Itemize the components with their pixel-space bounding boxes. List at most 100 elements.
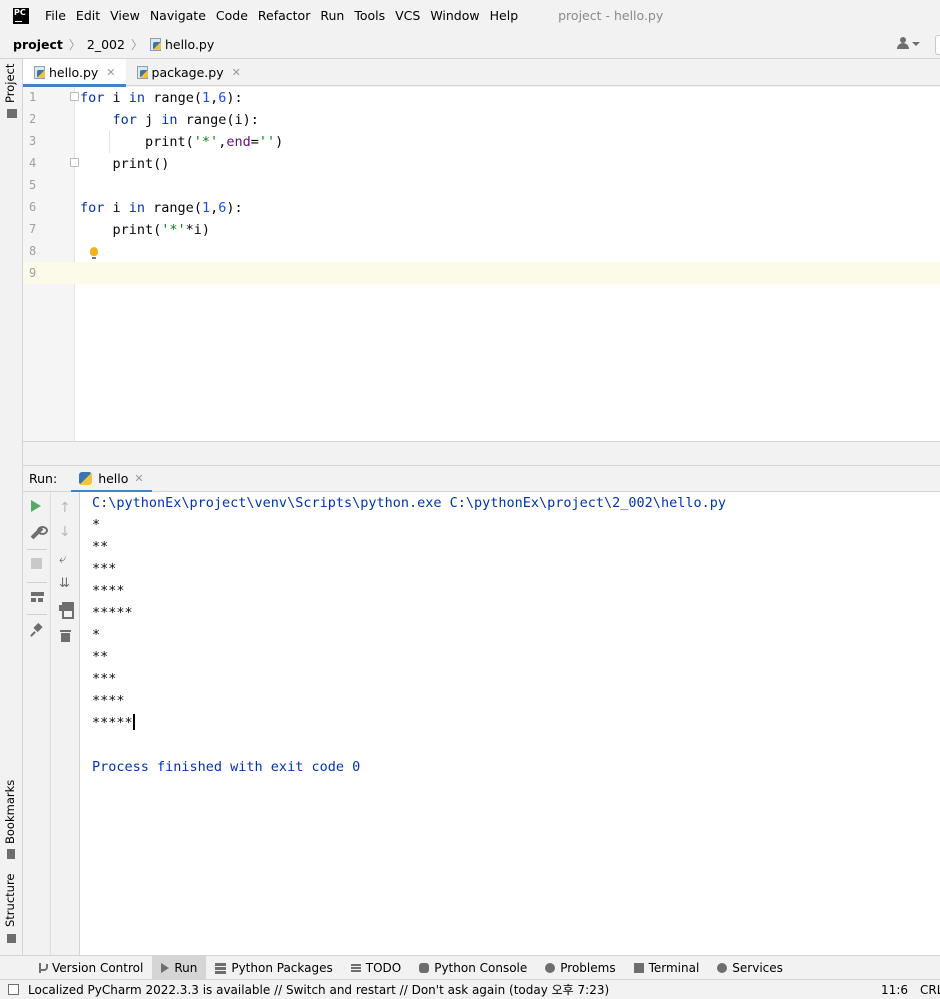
tab-label: package.py: [151, 65, 224, 80]
print-icon[interactable]: [59, 602, 74, 619]
code-token: j: [136, 112, 162, 128]
python-file-icon: [136, 66, 149, 79]
line-number: 6: [29, 200, 37, 214]
soft-wrap-icon[interactable]: ⤶: [59, 552, 73, 567]
trash-icon[interactable]: [60, 630, 71, 642]
menu-vcs[interactable]: VCS: [395, 8, 420, 23]
tool-windows-toggle-icon[interactable]: [8, 984, 19, 995]
console-output-line: *: [92, 514, 100, 536]
code-line: for j in range(i):: [80, 109, 259, 131]
panel-splitter[interactable]: [23, 441, 940, 465]
arrow-up-icon[interactable]: ↑: [59, 500, 73, 516]
tool-tab-services[interactable]: Services: [708, 956, 792, 980]
tool-tab-version-control[interactable]: Version Control: [28, 956, 152, 980]
fold-marker-icon[interactable]: [70, 92, 79, 101]
menu-tools[interactable]: Tools: [354, 8, 385, 23]
layout-icon[interactable]: [31, 592, 44, 602]
code-token: '': [258, 134, 276, 150]
console-output-line: ****: [92, 580, 125, 602]
scroll-to-end-icon[interactable]: ⇊: [59, 576, 73, 591]
line-number: 9: [29, 266, 37, 280]
structure-tool-tab[interactable]: Structure: [3, 874, 17, 928]
structure-icon: [7, 934, 16, 943]
code-token: ):: [226, 90, 243, 106]
tool-tab-python-packages[interactable]: Python Packages: [206, 956, 341, 980]
tab-hello-py[interactable]: hello.py ✕: [23, 59, 126, 87]
console-exit-message: Process finished with exit code 0: [92, 759, 361, 775]
chevron-down-icon: [912, 42, 920, 46]
rerun-icon[interactable]: [31, 500, 41, 512]
line-number: 4: [29, 156, 37, 170]
line-number: 5: [29, 178, 37, 192]
console-output-text: *: [92, 517, 101, 533]
menu-code[interactable]: Code: [216, 8, 248, 23]
breadcrumb-separator-icon: 〉: [130, 38, 143, 52]
code-token: (: [193, 90, 202, 106]
menu-file[interactable]: File: [45, 8, 66, 23]
tab-label: hello.py: [49, 65, 99, 80]
tool-tab-label: Run: [174, 960, 198, 975]
breadcrumb-project[interactable]: project: [13, 37, 63, 52]
close-icon[interactable]: ✕: [232, 66, 241, 79]
code-token: ):: [226, 200, 243, 216]
tool-tab-problems[interactable]: Problems: [536, 956, 624, 980]
console-output-text: ****: [92, 583, 125, 599]
breadcrumb-folder[interactable]: 2_002: [87, 37, 125, 52]
code-editor[interactable]: 1 2 3 4 5 6 7 8 9 for i in range(1,6): for j in …: [23, 87, 940, 441]
line-number: 7: [29, 222, 37, 236]
caret-position[interactable]: 11:6: [881, 983, 908, 997]
lightbulb-icon[interactable]: [90, 247, 98, 259]
tool-tab-run[interactable]: Run: [152, 955, 207, 980]
code-line: for i in range(1,6):: [80, 87, 243, 109]
code-token: 1: [201, 200, 211, 216]
arrow-down-icon[interactable]: ↓: [59, 524, 73, 540]
toolbar-overflow[interactable]: [935, 35, 940, 55]
menu-view[interactable]: View: [110, 8, 140, 23]
menu-help[interactable]: Help: [490, 8, 519, 23]
tool-tab-label: Problems: [560, 960, 616, 975]
menu-run[interactable]: Run: [320, 8, 344, 23]
close-icon[interactable]: ✕: [134, 472, 143, 485]
run-console-output[interactable]: C:\pythonEx\project\venv\Scripts\python.…: [80, 492, 940, 955]
text-caret: [132, 714, 135, 730]
menu-window[interactable]: Window: [430, 8, 479, 23]
code-token: in: [128, 90, 146, 106]
console-output-text: *: [92, 627, 101, 643]
code-token: print(: [80, 222, 162, 238]
services-icon: [717, 962, 728, 973]
code-token: range: [153, 90, 194, 106]
close-icon[interactable]: ✕: [106, 66, 115, 79]
bookmarks-tool-tab[interactable]: Bookmarks: [3, 780, 17, 844]
pin-icon[interactable]: [32, 624, 42, 636]
code-token: range(: [145, 200, 202, 216]
wrench-icon[interactable]: [30, 526, 48, 540]
menu-navigate[interactable]: Navigate: [150, 8, 206, 23]
list-icon: [350, 963, 361, 973]
breadcrumb-file[interactable]: hello.py: [165, 37, 214, 52]
console-output-text: *****: [92, 605, 133, 621]
tool-tab-label: TODO: [365, 960, 402, 975]
code-line: for i in range(1,6):: [80, 197, 243, 219]
line-separator[interactable]: CRLF: [920, 983, 940, 997]
tool-tab-python-console[interactable]: Python Console: [410, 956, 536, 980]
run-toolbar-primary: [23, 492, 51, 955]
folder-icon: [7, 109, 17, 118]
console-output-text: **: [92, 649, 109, 665]
code-token: in: [128, 200, 146, 216]
status-update-message[interactable]: Localized PyCharm 2022.3.3 is available …: [28, 981, 609, 998]
project-tool-tab[interactable]: Project: [3, 64, 17, 103]
user-account-button[interactable]: [896, 37, 920, 51]
tool-tab-label: Terminal: [648, 960, 700, 975]
stop-icon[interactable]: [31, 558, 42, 569]
tab-package-py[interactable]: package.py ✕: [126, 59, 251, 86]
fold-marker-icon[interactable]: [70, 158, 79, 167]
menu-edit[interactable]: Edit: [76, 8, 100, 23]
menu-refactor[interactable]: Refactor: [258, 8, 310, 23]
console-output-line: *: [92, 624, 100, 646]
python-file-icon: [149, 38, 162, 51]
tool-tab-terminal[interactable]: Terminal: [625, 956, 709, 980]
line-number: 3: [29, 134, 37, 148]
run-tab-hello[interactable]: hello ✕: [71, 466, 153, 493]
tool-tab-todo[interactable]: TODO: [342, 956, 410, 980]
